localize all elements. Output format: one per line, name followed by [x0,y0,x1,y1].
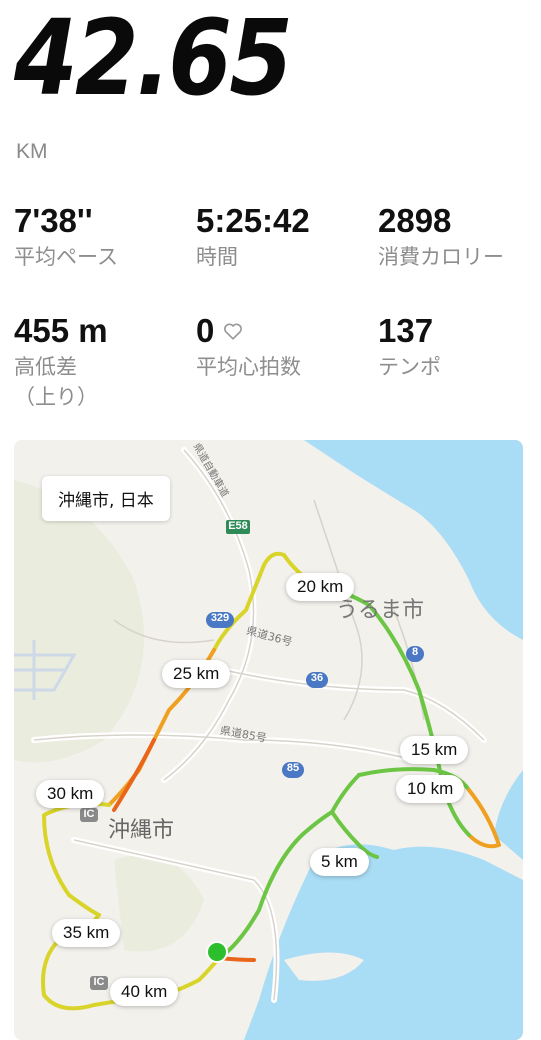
elevation-value: 455 m [14,312,108,349]
stat-calories: 2898 消費カロリー [378,204,504,272]
location-chip[interactable]: 沖縄市, 日本 [42,476,170,521]
route-map[interactable]: 沖縄市, 日本 うるま市 沖縄市 県道36号 県道85号 県道自動車道 E58 … [14,440,523,1040]
elevation-label: 高低差 （上り） [14,355,98,410]
cadence-value: 137 [378,312,434,349]
duration-label: 時間 [196,245,238,269]
city-label-okinawa: 沖縄市 [108,818,175,843]
stat-heart-rate: 0 平均心拍数 [196,314,301,382]
heart-rate-label: 平均心拍数 [196,355,301,379]
distance-value: 42.65 [14,0,293,119]
road-shield-8: 8 [406,646,424,662]
duration-value: 5:25:42 [196,202,310,239]
cadence-label: テンポ [378,355,441,379]
km-marker-15: 15 km [400,736,469,764]
avg-pace-label: 平均ペース [14,245,118,269]
km-marker-10: 10 km [396,775,465,803]
km-marker-30: 30 km [36,780,105,808]
road-shield-329: 329 [206,612,234,628]
road-shield-ic-north: IC [80,808,98,822]
calories-label: 消費カロリー [378,245,504,269]
stat-cadence: 137 テンポ [378,314,441,382]
heart-outline-icon [224,323,243,340]
stat-elevation: 455 m 高低差 （上り） [14,314,108,413]
km-marker-40: 40 km [110,978,179,1006]
avg-pace-value: 7'38'' [14,202,93,239]
distance-unit: KM [16,140,48,163]
km-marker-35: 35 km [52,919,121,947]
km-marker-20: 20 km [286,573,355,601]
road-shield-e58: E58 [226,520,250,534]
stat-duration: 5:25:42 時間 [196,204,310,272]
road-shield-36: 36 [306,672,328,688]
heart-rate-row: 0 [196,314,301,347]
start-marker [206,941,228,963]
road-shield-ic-south: IC [90,976,108,990]
km-marker-5: 5 km [310,848,369,876]
stat-avg-pace: 7'38'' 平均ペース [14,204,118,272]
calories-value: 2898 [378,202,452,239]
heart-rate-value: 0 [196,312,215,349]
km-marker-25: 25 km [162,660,231,688]
road-shield-85: 85 [282,762,304,778]
